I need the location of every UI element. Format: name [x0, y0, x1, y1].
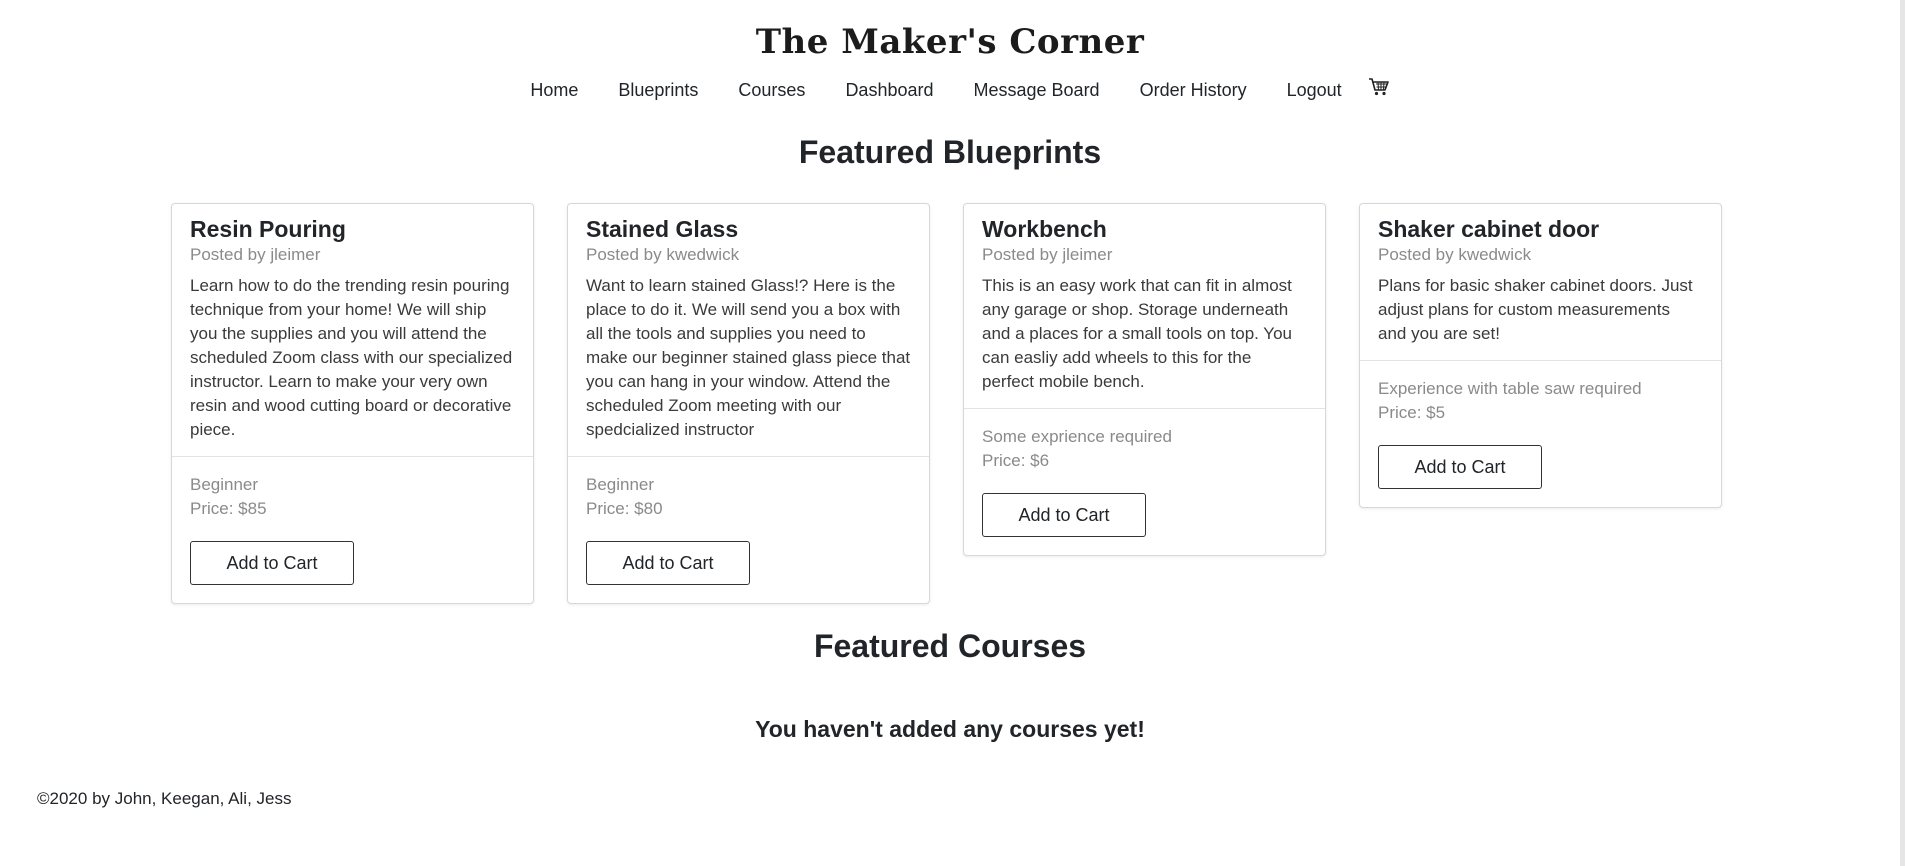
card-footer: Beginner Price: $80 Add to Cart [568, 457, 929, 603]
add-to-cart-button[interactable]: Add to Cart [982, 493, 1146, 537]
add-to-cart-button[interactable]: Add to Cart [190, 541, 354, 585]
card-price: Price: $80 [586, 499, 663, 518]
card-price: Price: $5 [1378, 403, 1446, 422]
card-price: Price: $6 [982, 451, 1050, 470]
site-title: The Maker's Corner [755, 22, 1145, 62]
blueprint-card: Stained Glass Posted by kwedwick Want to… [567, 203, 930, 604]
card-title: Resin Pouring [190, 216, 346, 242]
card-title: Shaker cabinet door [1378, 216, 1600, 242]
card-level: Some exprience required [982, 427, 1172, 446]
card-level: Beginner [586, 475, 655, 494]
card-description: This is an easy work that can fit in alm… [982, 276, 1292, 391]
copyright-text: ©2020 by John, Keegan, Ali, Jess [37, 789, 292, 808]
nav-dashboard-link[interactable]: Dashboard [825, 78, 953, 102]
blueprint-card-list: Resin Pouring Posted by jleimer Learn ho… [171, 203, 1722, 604]
card-footer: Some exprience required Price: $6 Add to… [964, 409, 1325, 555]
nav-order-history-link[interactable]: Order History [1120, 78, 1267, 102]
card-footer: Experience with table saw required Price… [1360, 361, 1721, 507]
add-to-cart-button[interactable]: Add to Cart [586, 541, 750, 585]
vertical-scrollbar[interactable] [1900, 0, 1905, 866]
blueprint-card: Workbench Posted by jleimer This is an e… [963, 203, 1326, 556]
card-author: Posted by kwedwick [1378, 245, 1532, 264]
card-author: Posted by kwedwick [586, 245, 740, 264]
main-nav: Home Blueprints Courses Dashboard Messag… [0, 78, 1900, 102]
card-title: Stained Glass [586, 216, 739, 242]
blueprint-card: Resin Pouring Posted by jleimer Learn ho… [171, 203, 534, 604]
empty-courses-message: You haven't added any courses yet! [755, 716, 1145, 742]
nav-courses-link[interactable]: Courses [718, 78, 825, 102]
featured-blueprints-heading: Featured Blueprints [798, 134, 1102, 170]
card-footer: Beginner Price: $85 Add to Cart [172, 457, 533, 603]
card-title: Workbench [982, 216, 1107, 242]
card-body: Resin Pouring Posted by jleimer Learn ho… [172, 204, 533, 457]
blueprint-card: Shaker cabinet door Posted by kwedwick P… [1359, 203, 1722, 508]
nav-blueprints-link[interactable]: Blueprints [598, 78, 718, 102]
card-level: Beginner [190, 475, 259, 494]
card-description: Want to learn stained Glass!? Here is th… [586, 276, 911, 439]
add-to-cart-button[interactable]: Add to Cart [1378, 445, 1542, 489]
featured-courses-heading: Featured Courses [813, 628, 1087, 664]
card-description: Plans for basic shaker cabinet doors. Ju… [1378, 276, 1693, 343]
card-author: Posted by jleimer [982, 245, 1113, 264]
page: The Maker's Corner Home Blueprints Cours… [0, 0, 1905, 866]
card-description: Learn how to do the trending resin pouri… [190, 276, 513, 439]
card-body: Workbench Posted by jleimer This is an e… [964, 204, 1325, 409]
card-body: Stained Glass Posted by kwedwick Want to… [568, 204, 929, 457]
nav-message-board-link[interactable]: Message Board [954, 78, 1120, 102]
shopping-cart-icon[interactable] [1362, 77, 1390, 97]
nav-home-link[interactable]: Home [510, 78, 598, 102]
card-body: Shaker cabinet door Posted by kwedwick P… [1360, 204, 1721, 361]
nav-logout-link[interactable]: Logout [1267, 78, 1362, 102]
card-level: Experience with table saw required [1378, 379, 1642, 398]
card-author: Posted by jleimer [190, 245, 321, 264]
card-price: Price: $85 [190, 499, 267, 518]
